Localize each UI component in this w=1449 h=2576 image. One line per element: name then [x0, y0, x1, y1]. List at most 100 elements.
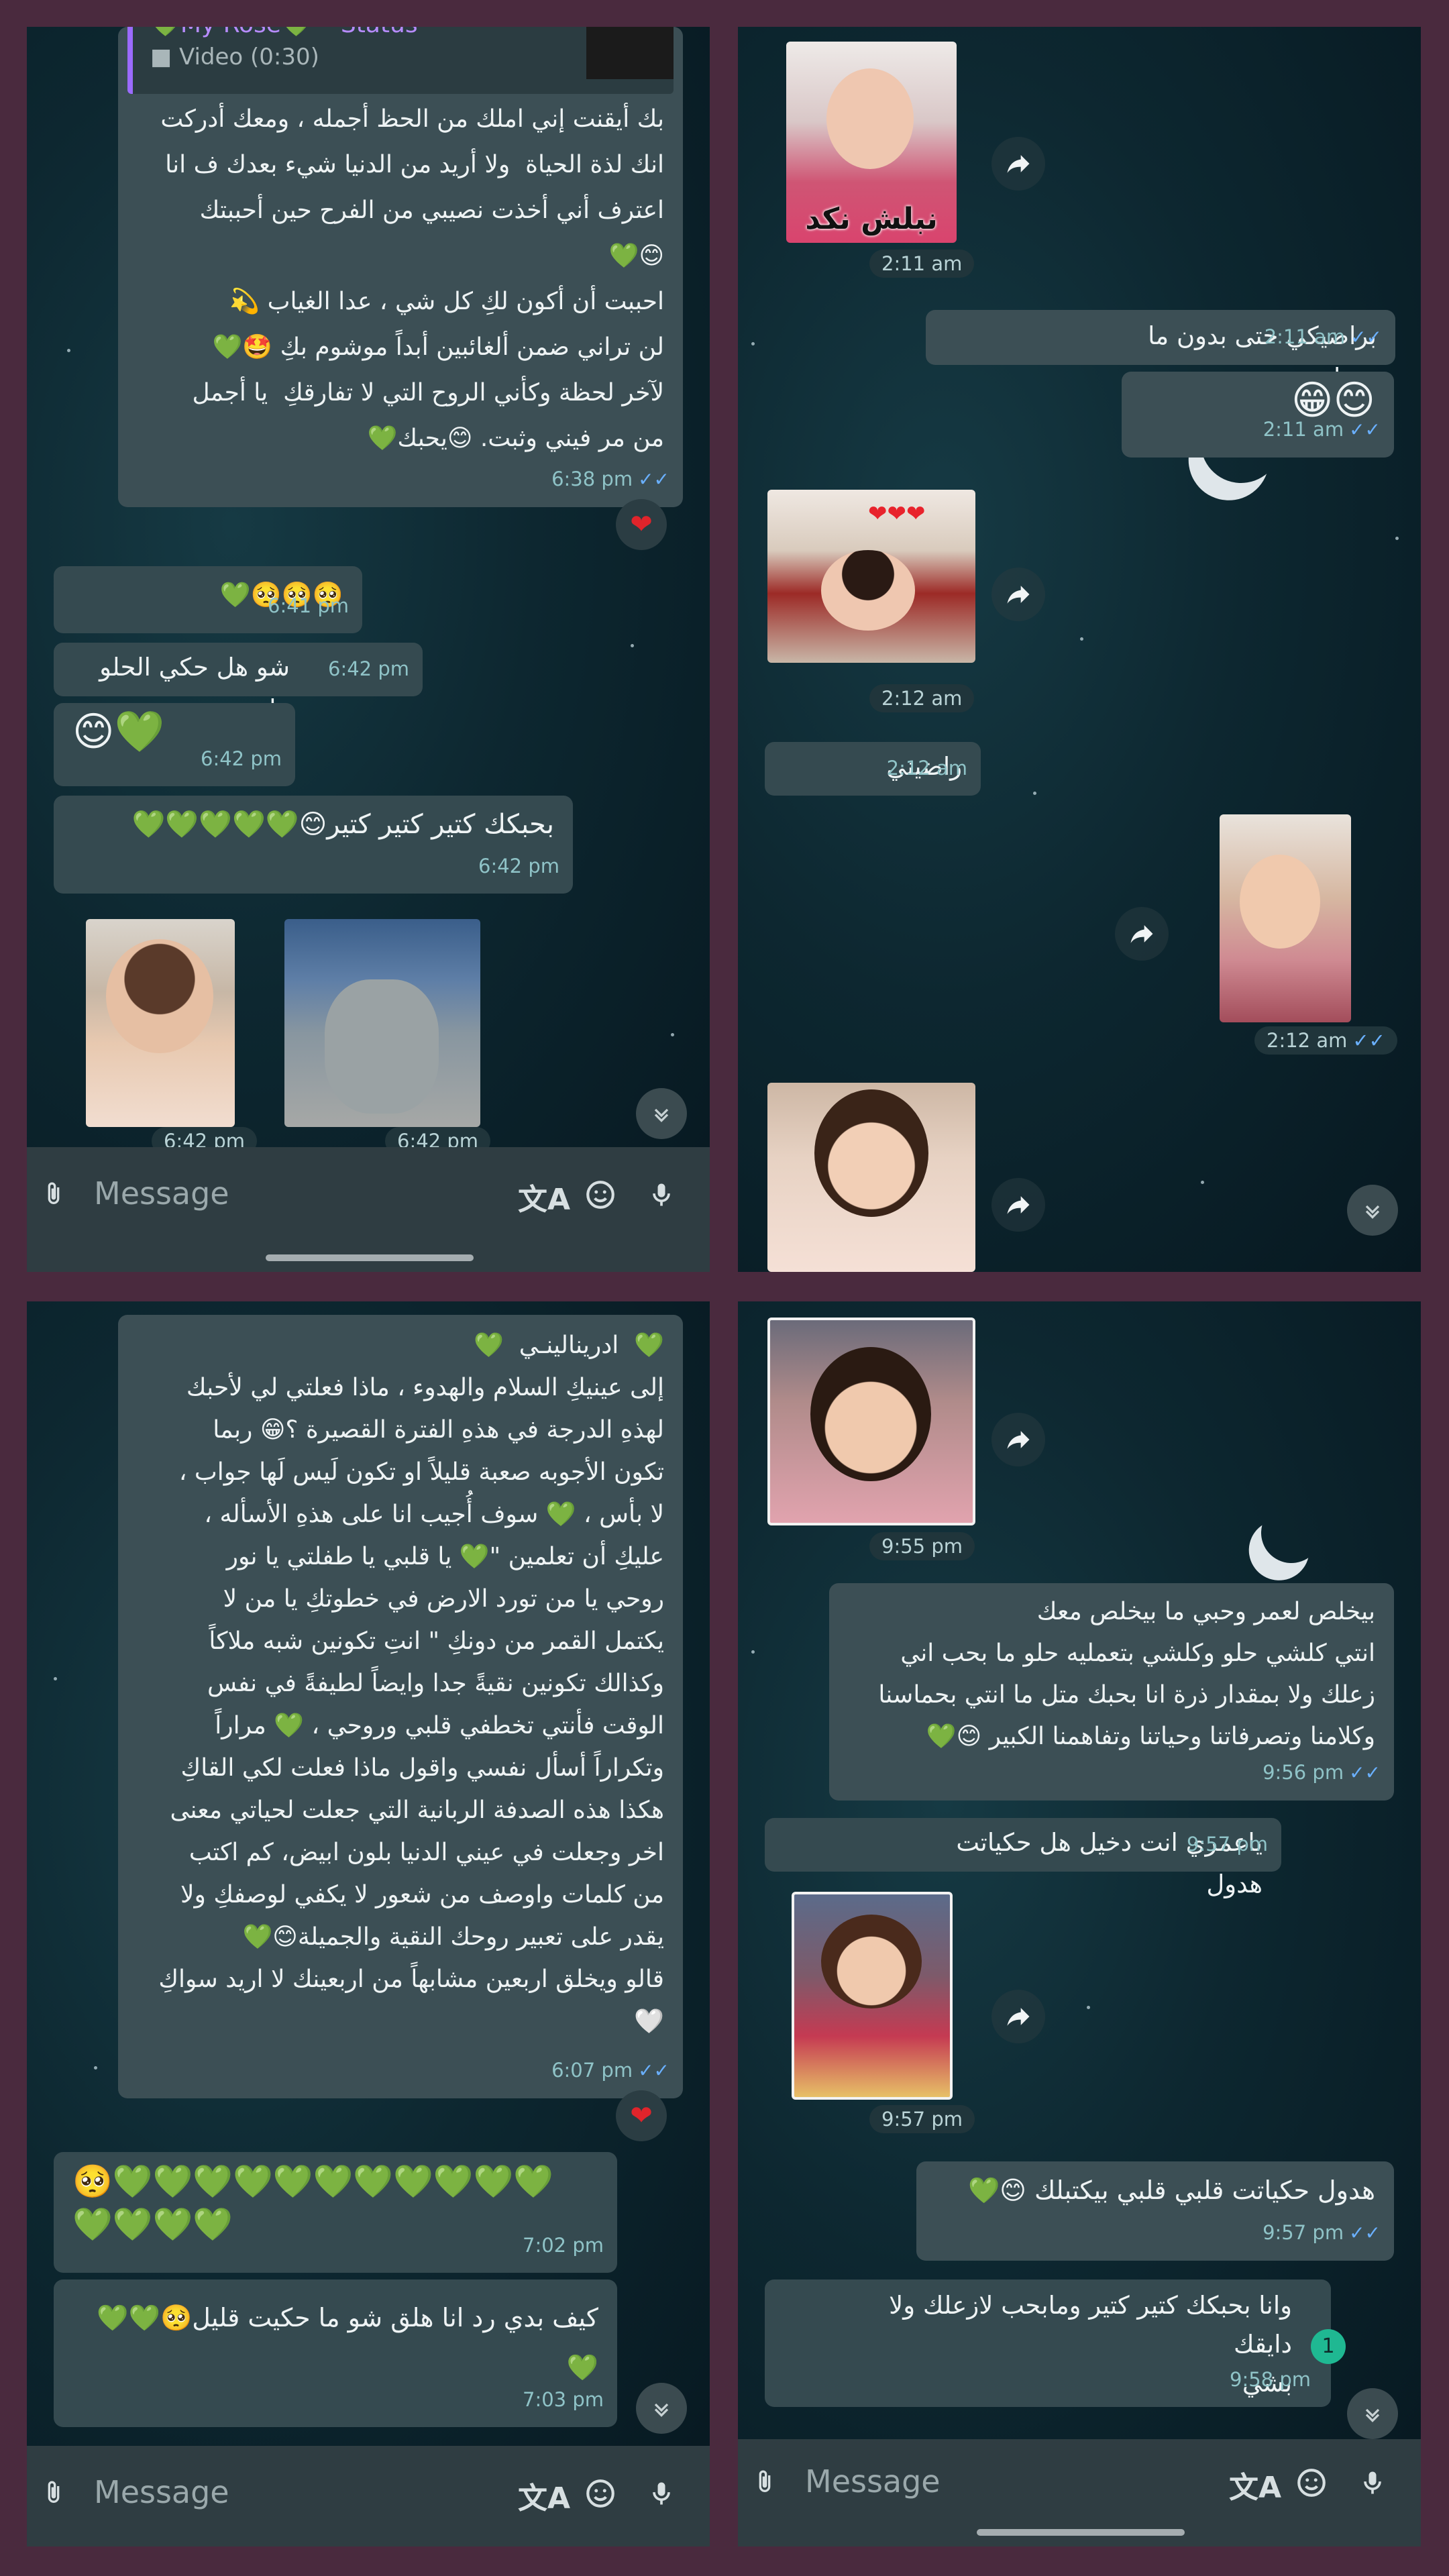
scroll-down-button[interactable] — [1347, 1185, 1398, 1236]
double-check-icon: ✓✓ — [1349, 2222, 1381, 2244]
mic-icon[interactable] — [647, 1177, 676, 1216]
star — [631, 644, 634, 647]
star — [751, 1650, 755, 1654]
forward-icon — [1007, 1196, 1030, 1214]
photo-caption: نبلش نكد — [805, 202, 938, 236]
heart-reaction-icon[interactable]: ❤ — [616, 2090, 667, 2141]
message-bubble-incoming[interactable]: ياعمري انت دخيل هل حكياتت هدول 9:57 pm — [765, 1818, 1281, 1898]
photo-message[interactable] — [1220, 814, 1351, 1022]
photo-subject — [325, 979, 439, 1114]
photo-message[interactable] — [86, 919, 235, 1127]
emoji-icon[interactable] — [1295, 2466, 1328, 2502]
photo-time: 9:57 pm — [869, 2105, 975, 2133]
message-input-bar: Message 文A — [738, 2439, 1421, 2546]
translate-icon[interactable]: 文A — [518, 2474, 570, 2517]
reply-status-subtitle: ■ Video (0:30) — [150, 44, 319, 70]
message-text: بيخلص لعمر وحبي ما بيخلص معك انتي كلشي ح… — [878, 1598, 1375, 1750]
chevron-down-icon — [654, 1108, 669, 1122]
attach-icon[interactable] — [40, 1178, 67, 1213]
message-bubble-incoming[interactable]: وانا بحبكك كتير كتير ومابحب لازعلك ولا د… — [765, 2279, 1331, 2407]
emoji-icon[interactable] — [584, 1178, 617, 1214]
reply-quote[interactable]: 💚My Rose💚 • Status ■ Video (0:30) — [127, 27, 674, 94]
forward-button[interactable] — [991, 568, 1045, 621]
unread-badge[interactable]: 1 — [1311, 2329, 1346, 2364]
double-check-icon: ✓✓ — [638, 2059, 669, 2082]
message-time: 6:42 pm — [201, 747, 282, 770]
moon — [1252, 1494, 1330, 1571]
message-bubble-incoming[interactable]: 🥺💚💚💚💚💚💚💚💚💚💚💚 💚💚💚💚 7:02 pm — [54, 2152, 617, 2273]
star — [1201, 1181, 1204, 1184]
message-bubble-outgoing[interactable]: 💚My Rose💚 • Status ■ Video (0:30) بك أيق… — [118, 27, 683, 507]
mic-icon[interactable] — [647, 2475, 676, 2514]
home-indicator[interactable] — [977, 2529, 1185, 2536]
forward-button[interactable] — [991, 1413, 1045, 1466]
message-text: هدول حكياتت قلبي قلبي بيكتبلك 😊💚 — [967, 2176, 1375, 2205]
scroll-down-button[interactable] — [1347, 2388, 1398, 2439]
message-bubble-incoming[interactable]: راضيني 2:12 am — [765, 742, 981, 796]
forward-button[interactable] — [991, 137, 1045, 191]
photo-message[interactable] — [792, 1892, 953, 2100]
photo-subject — [826, 68, 914, 169]
message-meta: 9:56 pm ✓✓ — [1263, 1761, 1381, 1784]
star — [54, 1677, 57, 1680]
message-bubble-incoming[interactable]: 🥺🥺🥺💚 6:41 pm — [54, 566, 362, 633]
message-text: بحبكك كتير كتير كتير😊💚💚💚💚💚 — [131, 809, 554, 840]
chat-panel-top-right: نبلش نكد 2:11 am براضيكي حتى بدون ما تزع… — [738, 27, 1421, 1272]
home-indicator[interactable] — [266, 1254, 474, 1261]
message-bubble-outgoing[interactable]: براضيكي حتى بدون ما تزعلي 2:11 am✓✓ — [926, 310, 1395, 392]
message-input[interactable]: Message — [94, 2474, 229, 2510]
photo-message[interactable]: نبلش نكد — [786, 42, 957, 243]
chat-panel-bottom-right: 9:55 pm بيخلص لعمر وحبي ما بيخلص معك انت… — [738, 1301, 1421, 2546]
emoji-icon[interactable] — [584, 2477, 617, 2513]
forward-icon — [1007, 2008, 1030, 2026]
message-bubble-incoming[interactable]: كيف بدي رد انا هلق شو ما حكيت قليل🥺💚💚 💚 … — [54, 2279, 617, 2427]
message-time: 6:42 pm — [478, 855, 559, 877]
mic-icon[interactable] — [1358, 2465, 1387, 2504]
message-time: 9:57 pm — [1187, 1833, 1268, 1856]
message-time: 6:42 pm — [328, 657, 409, 680]
message-meta: 2:11 am ✓✓ — [1263, 418, 1381, 441]
star — [1395, 537, 1399, 540]
double-check-icon: ✓✓ — [1349, 1762, 1381, 1784]
star — [94, 2066, 97, 2070]
forward-button[interactable] — [1115, 907, 1169, 961]
photo-message[interactable] — [767, 1318, 975, 1525]
message-text: 💚 ادرينالينـي 💚 إلى عينيكِ السلام والهدو… — [158, 1332, 664, 2035]
message-bubble-outgoing[interactable]: بيخلص لعمر وحبي ما بيخلص معك انتي كلشي ح… — [829, 1583, 1394, 1801]
message-meta: 2:11 am ✓✓ — [1264, 325, 1382, 348]
message-input[interactable]: Message — [94, 1175, 229, 1212]
heart-reaction-icon[interactable]: ❤ — [616, 499, 667, 550]
forward-button[interactable] — [991, 1178, 1045, 1232]
message-bubble-incoming[interactable]: شو هل حكي الحلو هاد 6:42 pm — [54, 643, 423, 723]
photo-message[interactable]: ❤❤❤ — [767, 490, 975, 663]
double-check-icon: ✓✓ — [1352, 1029, 1385, 1052]
double-check-icon: ✓✓ — [1350, 326, 1382, 348]
message-bubble-outgoing[interactable]: 💚 ادرينالينـي 💚 إلى عينيكِ السلام والهدو… — [118, 1315, 683, 2098]
photo-message[interactable] — [767, 1083, 975, 1272]
attach-icon[interactable] — [40, 2477, 67, 2512]
message-input-bar: Message 文A — [27, 2446, 710, 2546]
forward-button[interactable] — [991, 1990, 1045, 2043]
translate-icon[interactable]: 文A — [1229, 2463, 1281, 2506]
scroll-down-button[interactable] — [636, 2383, 687, 2434]
message-bubble-outgoing[interactable]: 😊😁 2:11 am ✓✓ — [1122, 372, 1394, 458]
photo-subject — [821, 550, 915, 631]
message-bubble-incoming[interactable]: بحبكك كتير كتير كتير😊💚💚💚💚💚 6:42 pm — [54, 796, 573, 894]
message-bubble-incoming[interactable]: 😊💚 6:42 pm — [54, 703, 295, 786]
star — [751, 342, 755, 345]
translate-icon[interactable]: 文A — [518, 1175, 570, 1218]
message-meta: 6:38 pm ✓✓ — [551, 468, 669, 490]
forward-icon — [1007, 586, 1030, 604]
star — [671, 1033, 674, 1036]
video-icon: ■ — [150, 44, 179, 70]
scroll-down-button[interactable] — [636, 1088, 687, 1139]
attach-icon[interactable] — [751, 2466, 778, 2501]
forward-icon — [1007, 155, 1030, 173]
photo-time: 2:12 am — [869, 684, 975, 712]
photo-message[interactable] — [284, 919, 480, 1127]
double-check-icon: ✓✓ — [638, 468, 669, 490]
message-bubble-outgoing[interactable]: هدول حكياتت قلبي قلبي بيكتبلك 😊💚 9:57 pm… — [916, 2161, 1394, 2261]
photo-time: 2:11 am — [869, 250, 975, 278]
message-input[interactable]: Message — [805, 2463, 941, 2500]
photo-meta: 2:12 am ✓✓ — [1254, 1026, 1397, 1055]
